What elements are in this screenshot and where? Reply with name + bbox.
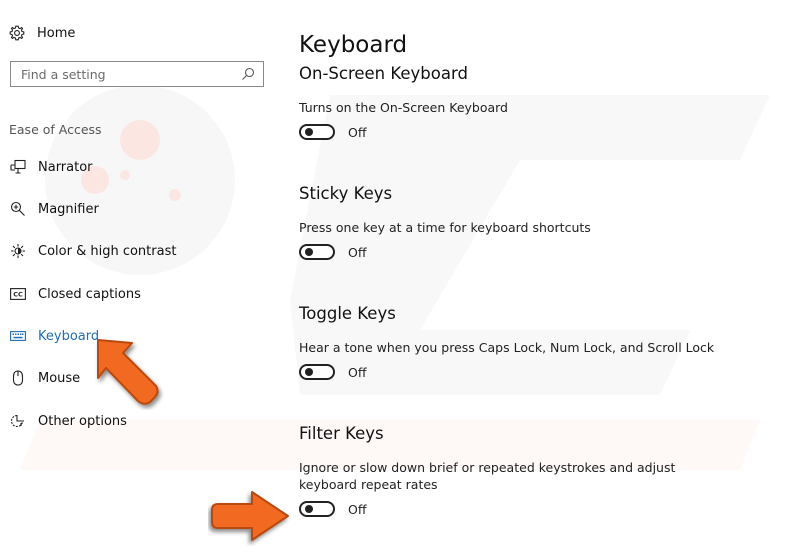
sidebar-item-label: Color & high contrast <box>38 243 177 259</box>
sidebar-item-label: Closed captions <box>38 286 141 302</box>
other-options-icon <box>9 413 27 429</box>
main-content: Keyboard On-Screen Keyboard Turns on the… <box>299 0 790 554</box>
section-label-ease-of-access: Ease of Access <box>9 122 102 137</box>
group-description-line2: keyboard repeat rates <box>299 477 438 492</box>
gear-icon <box>9 25 25 41</box>
sticky-keys-group: Sticky Keys Press one key at a time for … <box>299 184 591 260</box>
group-description-line1: Ignore or slow down brief or repeated ke… <box>299 460 676 475</box>
sidebar-item-color-high-contrast[interactable]: Color & high contrast <box>9 241 176 261</box>
home-nav-item[interactable]: Home <box>9 22 75 44</box>
toggle-state: Off <box>348 501 367 517</box>
toggle-keys-toggle[interactable]: Off <box>299 364 714 380</box>
group-heading: On-Screen Keyboard <box>299 64 468 83</box>
annotation-arrow-filter-keys <box>211 491 289 541</box>
search-input[interactable] <box>11 62 241 86</box>
group-heading: Sticky Keys <box>299 184 393 203</box>
search-box <box>10 61 264 87</box>
group-description: Press one key at a time for keyboard sho… <box>299 220 591 235</box>
group-heading: Toggle Keys <box>299 304 396 323</box>
sidebar-item-magnifier[interactable]: Magnifier <box>9 199 99 219</box>
svg-text:CC: CC <box>13 291 23 299</box>
group-heading: Filter Keys <box>299 424 384 443</box>
toggle-keys-group: Toggle Keys Hear a tone when you press C… <box>299 304 714 380</box>
sticky-keys-toggle[interactable]: Off <box>299 244 591 260</box>
brightness-icon <box>9 243 27 259</box>
toggle-state: Off <box>348 244 367 260</box>
sidebar-item-other-options[interactable]: Other options <box>9 411 127 431</box>
magnifier-icon <box>9 201 27 217</box>
toggle-state: Off <box>348 124 367 140</box>
toggle-knob <box>305 505 313 513</box>
group-description: Turns on the On-Screen Keyboard <box>299 100 508 115</box>
mouse-icon <box>9 370 27 386</box>
on-screen-keyboard-group: On-Screen Keyboard Turns on the On-Scree… <box>299 64 508 140</box>
closed-captions-icon: CC <box>9 286 27 302</box>
toggle-switch[interactable] <box>299 244 335 260</box>
annotation-arrow-keyboard <box>97 339 159 405</box>
on-screen-keyboard-toggle[interactable]: Off <box>299 124 508 140</box>
filter-keys-group: Filter Keys Ignore or slow down brief or… <box>299 424 675 517</box>
toggle-switch[interactable] <box>299 501 335 517</box>
sidebar-item-closed-captions[interactable]: CC Closed captions <box>9 284 141 304</box>
keyboard-icon <box>9 328 27 344</box>
toggle-knob <box>305 368 313 376</box>
home-label: Home <box>37 25 76 41</box>
sidebar-item-label: Narrator <box>38 159 93 175</box>
sidebar-item-label: Magnifier <box>38 201 99 217</box>
toggle-switch[interactable] <box>299 124 335 140</box>
group-description: Hear a tone when you press Caps Lock, Nu… <box>299 340 715 355</box>
sidebar-item-label: Keyboard <box>38 328 100 344</box>
toggle-knob <box>305 248 313 256</box>
sidebar-item-label: Mouse <box>38 370 81 386</box>
sidebar: Home Ease of Access Narrator Magnifier C… <box>0 0 280 554</box>
sidebar-item-keyboard[interactable]: Keyboard <box>9 326 99 346</box>
sidebar-item-mouse[interactable]: Mouse <box>9 368 80 388</box>
sidebar-item-label: Other options <box>38 413 127 429</box>
sidebar-item-narrator[interactable]: Narrator <box>9 157 93 177</box>
search-icon[interactable] <box>241 67 255 81</box>
toggle-knob <box>305 128 313 136</box>
toggle-switch[interactable] <box>299 364 335 380</box>
narrator-icon <box>9 159 27 175</box>
filter-keys-toggle[interactable]: Off <box>299 501 675 517</box>
page-title: Keyboard <box>299 32 408 59</box>
toggle-state: Off <box>348 364 367 380</box>
